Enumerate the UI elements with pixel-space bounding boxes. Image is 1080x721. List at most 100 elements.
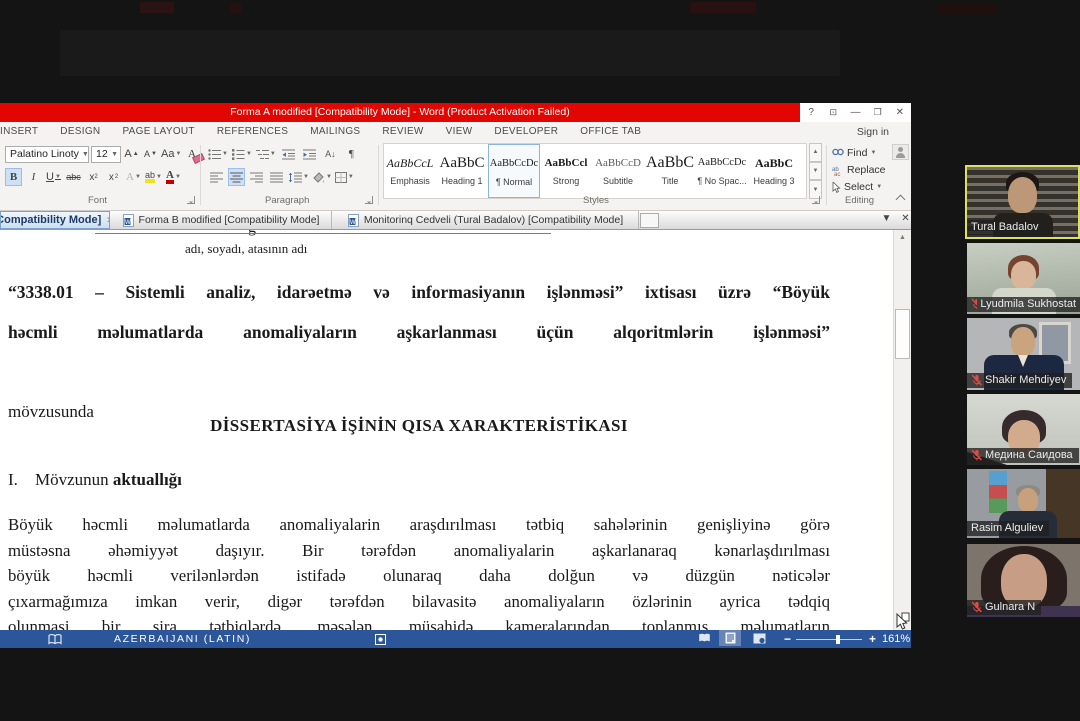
highlight-color-button[interactable]: ab▼ <box>145 168 162 186</box>
styles-scroll-down-icon[interactable]: ▼ <box>809 162 822 181</box>
participant-tile[interactable]: Tural Badalov <box>965 165 1080 239</box>
style-normal[interactable]: AaBbCcDc ¶ Normal <box>488 144 540 198</box>
document-canvas[interactable]: g adı, soyadı, atasının adı “3338.01 – S… <box>0 230 911 630</box>
decrease-indent-button[interactable] <box>280 145 297 163</box>
justify-button[interactable] <box>268 168 285 186</box>
styles-dialog-launcher-icon[interactable] <box>812 196 820 204</box>
participant-name: Gulnara N <box>985 601 1035 613</box>
help-icon[interactable]: ? <box>802 107 820 118</box>
tab-office-tab[interactable]: OFFICE TAB <box>569 126 652 137</box>
clear-formatting-button[interactable]: A <box>183 145 200 163</box>
account-avatar[interactable] <box>892 144 909 160</box>
font-dialog-launcher-icon[interactable] <box>187 196 195 204</box>
text-effects-button[interactable]: A▼ <box>125 168 142 186</box>
read-mode-button[interactable] <box>693 630 715 646</box>
tab-list-dropdown-icon[interactable]: ▼ <box>879 213 894 224</box>
print-layout-button[interactable] <box>719 630 741 646</box>
section-title-regular: Mövzunun <box>35 470 113 489</box>
align-center-button[interactable] <box>228 168 245 186</box>
font-row-1: Palatino Linoty▼ 12▼ A▲ A▼ Aa▼ A <box>5 145 200 163</box>
change-case-button[interactable]: Aa▼ <box>161 145 181 163</box>
background-artifact <box>60 30 840 76</box>
tab-page-layout[interactable]: PAGE LAYOUT <box>111 126 205 137</box>
numbered-list-button[interactable]: ▼ <box>232 145 252 163</box>
collapse-ribbon-icon[interactable] <box>896 194 905 203</box>
style-title[interactable]: AaBbC Title <box>644 144 696 198</box>
zoom-slider-thumb[interactable] <box>836 635 840 644</box>
doc-tab-forma-b[interactable]: W Forma B modified [Compatibility Mode] <box>111 211 332 229</box>
restore-icon[interactable]: ❐ <box>869 107 887 118</box>
grow-font-button[interactable]: A▲ <box>123 145 140 163</box>
topic-line-2: həcmli məlumatlarda anomaliyaların aşkar… <box>8 312 830 352</box>
doc-tab-active[interactable]: Compatibility Mode] ✕ <box>0 211 110 229</box>
language-status[interactable]: AZERBAIJANI (LATIN) <box>114 630 251 648</box>
vertical-scrollbar[interactable]: ▲ ▼ <box>893 230 911 630</box>
proofing-status[interactable] <box>48 630 62 648</box>
tab-review[interactable]: REVIEW <box>371 126 434 137</box>
scroll-up-icon[interactable]: ▲ <box>894 231 911 244</box>
sign-in-link[interactable]: Sign in <box>857 126 889 138</box>
zoom-slider[interactable] <box>796 630 862 648</box>
line-spacing-button[interactable]: ▼ <box>288 168 309 186</box>
shrink-font-button[interactable]: A▼ <box>142 145 159 163</box>
zoom-in-button[interactable]: + <box>863 630 882 648</box>
tab-mailings[interactable]: MAILINGS <box>299 126 371 137</box>
paragraph-dialog-launcher-icon[interactable] <box>365 196 373 204</box>
doc-tab-monitoring[interactable]: W Monitorinq Cedveli (Tural Badalov) [Co… <box>333 211 639 229</box>
tab-close-icon[interactable]: ✕ <box>106 215 110 226</box>
participant-tile[interactable]: Shakir Mehdiyev <box>967 318 1080 390</box>
participant-tile[interactable]: Медина Саидова <box>967 394 1080 465</box>
word-doc-icon: W <box>348 214 359 227</box>
web-layout-button[interactable] <box>748 630 770 646</box>
tab-view[interactable]: VIEW <box>435 126 484 137</box>
zoom-level[interactable]: 161% <box>882 630 910 648</box>
style-no-spacing[interactable]: AaBbCcDc ¶ No Spac... <box>696 144 748 198</box>
close-icon[interactable]: ✕ <box>891 107 909 118</box>
align-right-button[interactable] <box>248 168 265 186</box>
select-button[interactable]: Select▼ <box>832 179 882 195</box>
find-button[interactable]: Find▼ <box>832 145 876 161</box>
show-marks-button[interactable]: ¶ <box>343 145 360 163</box>
tab-references[interactable]: REFERENCES <box>206 126 299 137</box>
font-name-combo[interactable]: Palatino Linoty▼ <box>5 146 89 163</box>
bullet-list-button[interactable]: ▼ <box>208 145 228 163</box>
macro-record-status[interactable] <box>375 630 386 648</box>
italic-button[interactable]: I <box>25 168 42 186</box>
borders-button[interactable]: ▼ <box>335 168 354 186</box>
zoom-out-button[interactable]: − <box>778 630 797 648</box>
style-emphasis[interactable]: AaBbCcL Emphasis <box>384 144 436 198</box>
align-left-button[interactable] <box>208 168 225 186</box>
macro-icon <box>375 634 386 645</box>
document-heading: DİSSERTASİYA İŞİNİN QISA XARAKTERİSTİKAS… <box>8 416 830 436</box>
font-color-button[interactable]: A▼ <box>165 168 182 186</box>
ribbon-options-icon[interactable]: ⊡ <box>824 107 842 118</box>
style-subtitle[interactable]: AaBbCcD Subtitle <box>592 144 644 198</box>
multilevel-list-button[interactable]: ▼ <box>256 145 276 163</box>
styles-scroll-up-icon[interactable]: ▲ <box>809 143 822 162</box>
increase-indent-button[interactable] <box>301 145 318 163</box>
superscript-button[interactable]: x2 <box>105 168 122 186</box>
style-heading-3[interactable]: AaBbC Heading 3 <box>748 144 800 198</box>
minimize-icon[interactable]: — <box>846 107 864 118</box>
strikethrough-button[interactable]: abc <box>65 168 82 186</box>
underline-button[interactable]: U▼ <box>45 168 62 186</box>
tab-developer[interactable]: DEVELOPER <box>483 126 569 137</box>
participant-tile[interactable]: Lyudmila Sukhostat <box>967 243 1080 314</box>
window-controls: ? ⊡ — ❐ ✕ <box>800 103 911 122</box>
tab-close-all-icon[interactable]: ✕ <box>898 213 911 224</box>
participant-tile[interactable]: Gulnara N <box>967 544 1080 617</box>
style-strong[interactable]: AaBbCcl Strong <box>540 144 592 198</box>
shading-button[interactable]: ▼ <box>312 168 332 186</box>
new-tab-button[interactable] <box>640 213 659 228</box>
body-line: çıxarmağımıza imkan verir, digər tərəfdə… <box>8 589 830 615</box>
sort-button[interactable]: A↓ <box>322 145 339 163</box>
style-heading-1[interactable]: AaBbC Heading 1 <box>436 144 488 198</box>
scrollbar-thumb[interactable] <box>895 309 910 359</box>
tab-insert[interactable]: INSERT <box>0 126 49 137</box>
subscript-button[interactable]: x2 <box>85 168 102 186</box>
font-size-combo[interactable]: 12▼ <box>91 146 121 163</box>
tab-design[interactable]: DESIGN <box>49 126 111 137</box>
participant-tile[interactable]: Rasim Alguliev <box>967 469 1080 538</box>
replace-button[interactable]: abac Replace <box>832 162 886 178</box>
bold-button[interactable]: B <box>5 168 22 186</box>
